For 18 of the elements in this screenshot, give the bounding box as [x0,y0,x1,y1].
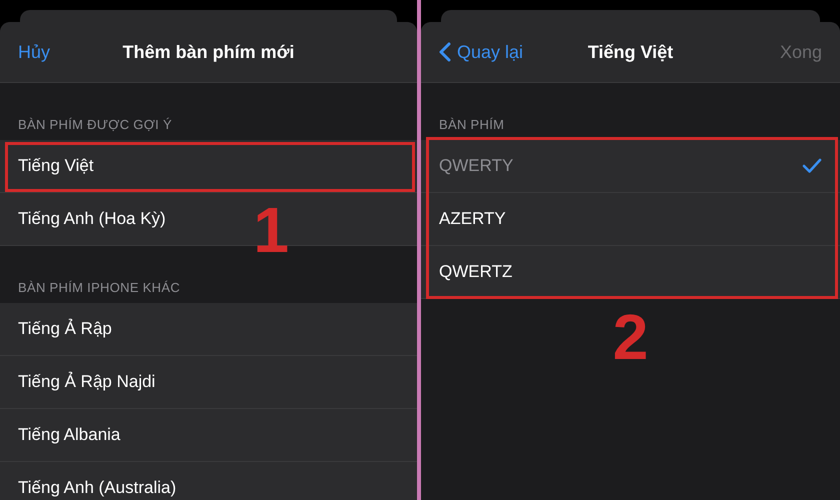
keyboard-option[interactable]: Tiếng Anh (Hoa Kỳ) [18,209,166,229]
section-header: BÀN PHÍM ĐƯỢC GỢI Ý [17,116,173,134]
back-button[interactable]: Quay lại [439,42,524,62]
section-header: BÀN PHÍM [438,116,506,134]
step-number: 2 [612,305,648,369]
keyboard-option[interactable]: Tiếng Anh (Australia) [18,478,176,498]
keyboard-option[interactable]: Tiếng Ả Rập Najdi [18,372,156,392]
keyboard-option[interactable]: QWERTZ [439,262,512,282]
screen-title: Thêm bàn phím mới [122,42,294,62]
keyboard-option[interactable]: Tiếng Ả Rập [18,319,112,339]
section-header: BÀN PHÍM IPHONE KHÁC [17,279,182,297]
keyboard-option[interactable]: AZERTY [439,209,506,229]
back-chevron-icon [439,42,451,62]
screen-title: Tiếng Việt [588,42,674,62]
keyboard-option[interactable]: Tiếng Albania [18,425,120,445]
step-number: 1 [253,198,289,262]
back-button[interactable]: Hủy [18,42,50,62]
keyboard-option[interactable]: Tiếng Việt [18,156,94,176]
